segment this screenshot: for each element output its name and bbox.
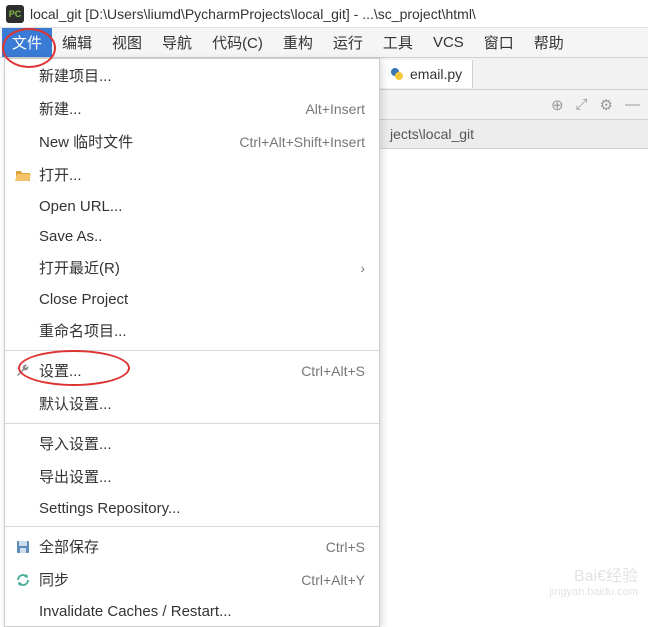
menu-open[interactable]: 打开...	[5, 158, 379, 191]
menu-tools[interactable]: 工具	[373, 28, 423, 57]
menu-label: 设置...	[39, 360, 301, 381]
menu-label: 打开...	[39, 164, 365, 185]
file-dropdown: 新建项目... 新建... Alt+Insert New 临时文件 Ctrl+A…	[4, 58, 380, 627]
menu-new-scratch[interactable]: New 临时文件 Ctrl+Alt+Shift+Insert	[5, 125, 379, 158]
menu-label: 全部保存	[39, 536, 326, 557]
title-bar: PC local_git [D:\Users\liumd\PycharmProj…	[0, 0, 648, 28]
save-icon	[13, 539, 33, 555]
menu-file[interactable]: 文件	[2, 28, 52, 57]
menu-navigate[interactable]: 导航	[152, 28, 202, 57]
editor-area: email.py ⊕ ⤢ ⚙ ― jects\local_git	[380, 58, 648, 607]
menu-label: 导出设置...	[39, 466, 365, 487]
menu-code[interactable]: 代码(C)	[202, 28, 273, 57]
menu-separator	[5, 350, 379, 351]
chevron-right-icon: ›	[360, 260, 365, 276]
menu-default-settings[interactable]: 默认设置...	[5, 387, 379, 420]
tab-email[interactable]: email.py	[380, 60, 473, 88]
menu-shortcut: Ctrl+S	[326, 539, 365, 555]
menu-shortcut: Ctrl+Alt+S	[301, 363, 365, 379]
menu-label: Save As..	[39, 228, 365, 245]
breadcrumb[interactable]: jects\local_git	[380, 120, 648, 149]
sync-icon	[13, 572, 33, 588]
menu-export-settings[interactable]: 导出设置...	[5, 460, 379, 493]
menu-label: Close Project	[39, 291, 365, 308]
gear-icon[interactable]: ⚙	[600, 96, 613, 114]
menu-label: 默认设置...	[39, 393, 365, 414]
menu-close-project[interactable]: Close Project	[5, 284, 379, 314]
pycharm-icon: PC	[6, 5, 24, 23]
menu-invalidate-caches[interactable]: Invalidate Caches / Restart...	[5, 596, 379, 626]
menu-label: Settings Repository...	[39, 500, 365, 517]
menu-label: 新建项目...	[39, 65, 365, 86]
wrench-icon	[13, 363, 33, 379]
menu-separator	[5, 526, 379, 527]
folder-open-icon	[13, 167, 33, 183]
minimize-icon[interactable]: ―	[625, 96, 640, 113]
tab-label: email.py	[410, 66, 462, 82]
tab-bar: email.py	[380, 58, 648, 90]
menu-label: 同步	[39, 569, 301, 590]
menu-new[interactable]: 新建... Alt+Insert	[5, 92, 379, 125]
watermark: Bai€经验 jingyan.baidu.com	[549, 567, 638, 599]
menu-window[interactable]: 窗口	[474, 28, 524, 57]
menu-label: 重命名项目...	[39, 320, 365, 341]
menu-refactor[interactable]: 重构	[273, 28, 323, 57]
watermark-url: jingyan.baidu.com	[549, 586, 638, 599]
menu-label: 打开最近(R)	[39, 257, 360, 278]
menu-view[interactable]: 视图	[102, 28, 152, 57]
menu-label: Invalidate Caches / Restart...	[39, 603, 365, 620]
menu-bar: 文件 编辑 视图 导航 代码(C) 重构 运行 工具 VCS 窗口 帮助	[0, 28, 648, 58]
menu-new-project[interactable]: 新建项目...	[5, 59, 379, 92]
menu-rename-project[interactable]: 重命名项目...	[5, 314, 379, 347]
menu-save-as[interactable]: Save As..	[5, 221, 379, 251]
menu-label: 新建...	[39, 98, 305, 119]
menu-label: New 临时文件	[39, 131, 239, 152]
menu-vcs[interactable]: VCS	[423, 30, 474, 55]
expand-icon[interactable]: ⤢	[576, 96, 588, 113]
menu-label: 导入设置...	[39, 433, 365, 454]
menu-run[interactable]: 运行	[323, 28, 373, 57]
window-title: local_git [D:\Users\liumd\PycharmProject…	[30, 6, 476, 22]
menu-separator	[5, 423, 379, 424]
menu-label: Open URL...	[39, 198, 365, 215]
menu-open-recent[interactable]: 打开最近(R) ›	[5, 251, 379, 284]
target-icon[interactable]: ⊕	[551, 96, 564, 114]
menu-shortcut: Ctrl+Alt+Shift+Insert	[239, 134, 365, 150]
menu-settings-repo[interactable]: Settings Repository...	[5, 493, 379, 523]
editor-toolbar: ⊕ ⤢ ⚙ ―	[380, 90, 648, 120]
menu-import-settings[interactable]: 导入设置...	[5, 427, 379, 460]
python-file-icon	[390, 67, 404, 81]
menu-help[interactable]: 帮助	[524, 28, 574, 57]
menu-settings[interactable]: 设置... Ctrl+Alt+S	[5, 354, 379, 387]
menu-open-url[interactable]: Open URL...	[5, 191, 379, 221]
watermark-brand: Bai€经验	[549, 567, 638, 586]
menu-edit[interactable]: 编辑	[52, 28, 102, 57]
menu-shortcut: Ctrl+Alt+Y	[301, 572, 365, 588]
menu-sync[interactable]: 同步 Ctrl+Alt+Y	[5, 563, 379, 596]
menu-save-all[interactable]: 全部保存 Ctrl+S	[5, 530, 379, 563]
menu-shortcut: Alt+Insert	[305, 101, 365, 117]
